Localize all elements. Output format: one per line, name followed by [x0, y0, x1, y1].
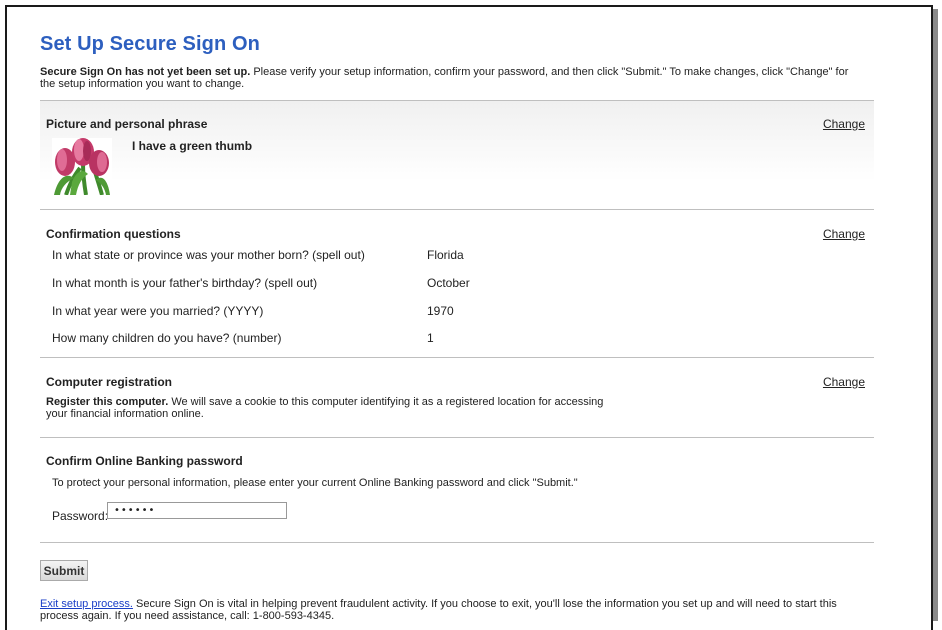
footer-text: Exit setup process. Secure Sign On is vi… — [40, 598, 870, 622]
answer-text: 1 — [427, 331, 434, 345]
intro-text: Secure Sign On has not yet been set up. … — [40, 66, 850, 90]
personal-phrase: I have a green thumb — [132, 139, 253, 153]
change-registration-link[interactable]: Change — [823, 375, 865, 389]
picture-section-heading: Picture and personal phrase — [46, 117, 208, 131]
password-instructions: To protect your personal information, pl… — [52, 477, 578, 489]
password-section-heading: Confirm Online Banking password — [46, 454, 243, 468]
exit-setup-link[interactable]: Exit setup process. — [40, 598, 133, 610]
answer-text: 1970 — [427, 304, 454, 318]
password-input[interactable]: •••••• — [107, 502, 287, 519]
question-text: In what state or province was your mothe… — [52, 248, 365, 262]
change-picture-link[interactable]: Change — [823, 117, 865, 131]
intro-bold: Secure Sign On has not yet been set up. — [40, 66, 251, 78]
change-questions-link[interactable]: Change — [823, 227, 865, 241]
footer-message: Secure Sign On is vital in helping preve… — [40, 598, 837, 622]
tulip-image — [52, 138, 112, 195]
registration-text: Register this computer. We will save a c… — [46, 396, 606, 420]
question-text: In what month is your father's birthday?… — [52, 276, 318, 290]
divider — [40, 542, 874, 543]
question-text: How many children do you have? (number) — [52, 331, 282, 345]
answer-text: Florida — [427, 248, 464, 262]
answer-text: October — [427, 276, 470, 290]
frame-shadow — [933, 9, 938, 621]
password-label: Password: — [52, 509, 109, 523]
page-title: Set Up Secure Sign On — [40, 33, 260, 55]
question-text: In what year were you married? (YYYY) — [52, 304, 264, 318]
questions-section-heading: Confirmation questions — [46, 227, 181, 241]
registration-section-heading: Computer registration — [46, 375, 173, 389]
divider — [40, 437, 874, 438]
submit-button[interactable]: Submit — [40, 560, 88, 581]
registration-bold: Register this computer. — [46, 396, 169, 408]
divider — [40, 209, 874, 210]
divider — [40, 357, 874, 358]
